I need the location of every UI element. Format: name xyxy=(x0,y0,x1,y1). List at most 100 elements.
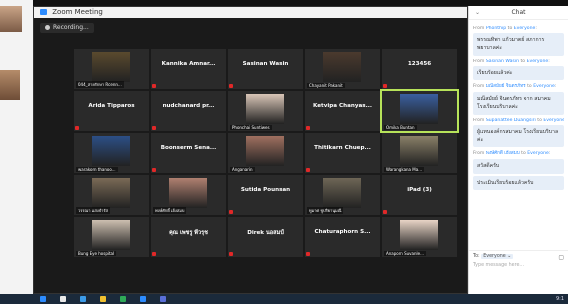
participant-video xyxy=(169,178,207,208)
participant-name: Phonchai Suntiwes xyxy=(230,125,272,130)
sender-name[interactable]: มณีสมัยย์ จินตรภัทร xyxy=(486,84,526,89)
participant-tile[interactable]: Anganarin xyxy=(228,133,303,173)
recording-indicator[interactable]: Recording... xyxy=(40,23,94,33)
to-label: to xyxy=(507,26,513,31)
mic-muted-icon xyxy=(229,84,233,88)
start-icon[interactable] xyxy=(40,296,46,302)
participant-tile[interactable]: วรรณา แสงจำรัส xyxy=(74,175,149,215)
participant-tile[interactable]: iPad (3) xyxy=(382,175,457,215)
app-icon[interactable] xyxy=(160,296,166,302)
participant-name: ทูมาศ ชูปริยานุมณี xyxy=(307,207,344,214)
recipient-name: Everyone xyxy=(533,83,555,89)
recipient-name: Everyone xyxy=(513,26,536,31)
participant-tile[interactable]: 044_สายรักษา Rcenn... xyxy=(74,49,149,89)
chat-input-area: To: Everyone ⌄ ▢ Type message here... xyxy=(469,250,568,280)
sender-name[interactable]: พงษ์ศักดิ์ เฮ้งสมบ xyxy=(486,151,520,156)
mic-muted-icon xyxy=(306,168,310,172)
participant-video xyxy=(323,52,361,82)
participant-name: Arida Tipparos xyxy=(88,103,135,109)
participant-tile[interactable]: warakorn thanoo... xyxy=(74,133,149,173)
file-explorer-icon[interactable] xyxy=(100,296,106,302)
participant-name: 044_สายรักษา Rcenn... xyxy=(76,81,124,88)
chat-message: ผู้แทนองค์กรสมาคม โรงเรียนบริบาลค่ะ xyxy=(473,124,564,148)
participant-name: Anaporn Suvanle... xyxy=(384,251,426,256)
participant-tile[interactable]: Sasinan Wasin xyxy=(228,49,303,89)
recipient-name: Everyone xyxy=(527,151,549,157)
message-sender-line: From พงษ์ศักดิ์ เฮ้งสมบ to Everyone: xyxy=(473,151,551,157)
to-label: to xyxy=(520,58,526,64)
recipient-row: To: Everyone ⌄ xyxy=(473,254,564,259)
mic-muted-icon xyxy=(229,252,233,256)
participant-tile[interactable]: Thitikarn Chuep... xyxy=(305,133,380,173)
participant-tile[interactable]: Chaturaphorn S... xyxy=(305,217,380,257)
participant-name: Thitikarn Chuep... xyxy=(314,145,371,151)
participant-name: 123456 xyxy=(407,61,432,67)
participant-name: Warangkana Ma... xyxy=(384,167,424,172)
participant-tile[interactable]: คุณ เพชรู พี่วรุช xyxy=(151,217,226,257)
chat-message-list[interactable]: From Phonthip to Everyone: พรรณทิพา แก้วม… xyxy=(469,20,568,193)
mic-muted-icon xyxy=(306,252,310,256)
participant-tile[interactable]: พงษ์ศักดิ์ เฮ้งสมบ xyxy=(151,175,226,215)
collapse-chevron-icon[interactable]: ⌄ xyxy=(475,6,480,20)
participant-name: Kannika Amnar... xyxy=(161,61,216,67)
participant-tile[interactable]: Kannika Amnar... xyxy=(151,49,226,89)
participant-name: Boonserm Sena... xyxy=(160,145,217,151)
participant-video xyxy=(92,220,130,250)
participant-name: Sasinan Wasin xyxy=(242,61,289,67)
video-thumbnail xyxy=(0,70,20,100)
participant-name: คุณ เพชรู พี่วรุช xyxy=(169,230,208,236)
window-title: Zoom Meeting xyxy=(52,8,103,16)
participant-tile[interactable]: 123456 xyxy=(382,49,457,89)
file-share-icon[interactable]: ▢ xyxy=(558,254,564,261)
participant-video xyxy=(400,220,438,250)
participant-video xyxy=(92,52,130,82)
to-label: to xyxy=(527,83,532,89)
participant-tile[interactable]: Ketvipa Chanyas... xyxy=(305,91,380,131)
participant-tile[interactable]: ทูมาศ ชูปริยานุมณี xyxy=(305,175,380,215)
from-label: From xyxy=(473,26,485,31)
participant-video xyxy=(400,94,438,124)
participant-tile[interactable]: Omika Buntan xyxy=(380,89,459,133)
participant-tile[interactable]: Sutida Pounsan xyxy=(228,175,303,215)
message-sender-line: From มณีสมัยย์ จินตรภัทร to Everyone: xyxy=(473,83,557,89)
message-sender-line: From Supanattee Duangsiri to Everyone: xyxy=(473,118,564,123)
participant-tile[interactable]: Bung Eye hospital xyxy=(74,217,149,257)
participant-video xyxy=(92,178,130,208)
search-icon[interactable] xyxy=(60,296,66,302)
participant-name: Ketvipa Chanyas... xyxy=(313,103,372,109)
participant-video xyxy=(323,178,361,208)
participant-video xyxy=(92,136,130,166)
sender-name[interactable]: Supanattee Duangsiri xyxy=(486,118,536,123)
participant-name: พงษ์ศักดิ์ เฮ้งสมบ xyxy=(153,207,187,214)
from-label: From xyxy=(473,151,485,157)
participant-video xyxy=(400,136,438,166)
chrome-icon[interactable] xyxy=(120,296,126,302)
zoom-app-icon xyxy=(40,9,47,15)
chat-message: เรียบร้อยแล้วค่ะ xyxy=(473,65,564,80)
participant-tile[interactable]: Chayanit Pakanit xyxy=(305,49,380,89)
participant-tile[interactable]: Arida Tipparos xyxy=(74,91,149,131)
sender-name[interactable]: Phonthip xyxy=(486,26,506,31)
chat-panel: ⌄ Chat From Phonthip to Everyone: พรรณทิพ… xyxy=(468,6,568,294)
chat-message-input[interactable]: Type message here... xyxy=(473,263,564,268)
edge-icon[interactable] xyxy=(80,296,86,302)
sender-name[interactable]: Sasinan Wasin xyxy=(486,59,519,64)
mic-muted-icon xyxy=(152,84,156,88)
recipient-select[interactable]: Everyone ⌄ xyxy=(481,254,514,259)
participant-tile[interactable]: Direk นอสมป์ xyxy=(228,217,303,257)
participant-tile[interactable]: Phonchai Suntiwes xyxy=(228,91,303,131)
mic-muted-icon xyxy=(75,126,79,130)
participant-tile[interactable]: nudchanard pr... xyxy=(151,91,226,131)
participant-name: Bung Eye hospital xyxy=(76,251,117,256)
chat-message: พรรณทิพา แก้วมาตย์ สภาการพยาบาลค่ะ xyxy=(473,33,564,56)
message-sender-line: From Sasinan Wasin to Everyone: xyxy=(473,58,550,64)
participant-tile[interactable]: Anaporn Suvanle... xyxy=(382,217,457,257)
participant-name: iPad (3) xyxy=(407,187,432,193)
zoom-taskbar-icon[interactable] xyxy=(140,296,146,302)
window-title-bar[interactable]: Zoom Meeting xyxy=(34,7,467,18)
background-window-strip xyxy=(0,0,33,294)
participant-tile[interactable]: Warangkana Ma... xyxy=(382,133,457,173)
participant-tile[interactable]: Boonserm Sena... xyxy=(151,133,226,173)
to-label: to xyxy=(537,117,542,123)
clock: 9:1 xyxy=(555,296,564,302)
